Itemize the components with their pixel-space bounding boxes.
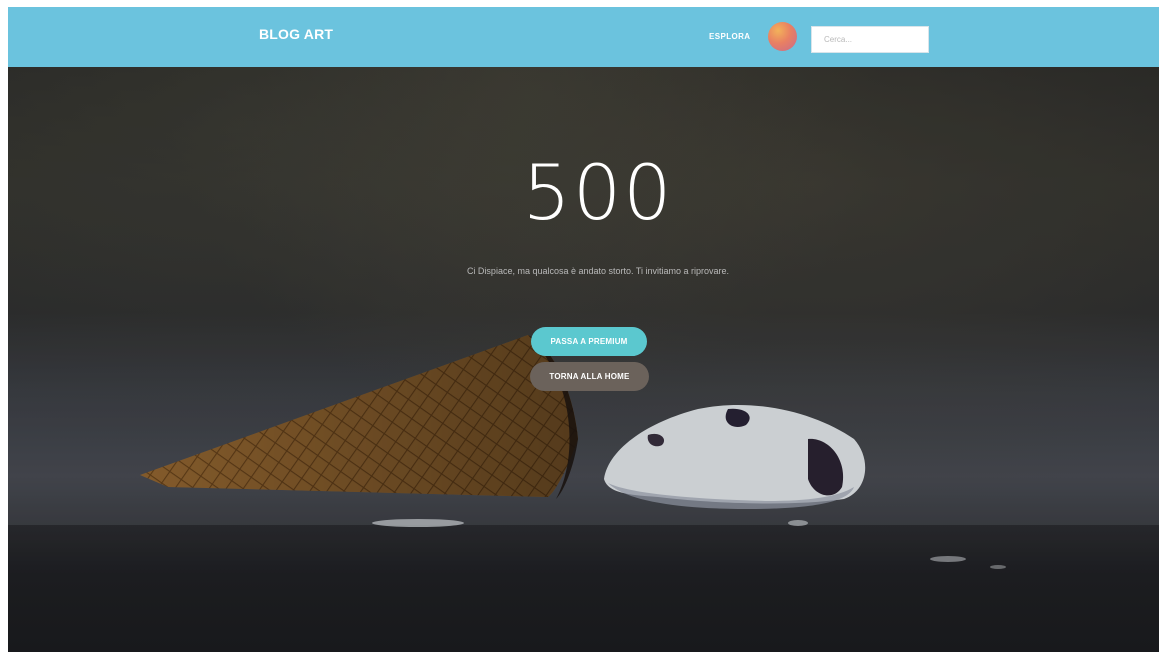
upgrade-premium-button[interactable]: PASSA A PREMIUM (531, 327, 647, 356)
back-home-button[interactable]: TORNA ALLA HOME (530, 362, 649, 391)
brand-logo[interactable]: BLOG ART (259, 26, 333, 42)
top-navbar: BLOG ART ESPLORA (8, 7, 1159, 67)
error-code: 500 (522, 148, 674, 237)
avatar-icon[interactable] (768, 22, 797, 51)
error-message: Ci Dispiace, ma qualcosa è andato storto… (466, 266, 730, 276)
nav-explore-link[interactable]: ESPLORA (709, 32, 750, 41)
search-input[interactable] (811, 26, 929, 53)
page-frame: BLOG ART ESPLORA Cerca... 500 Ci Dispiac… (8, 7, 1159, 652)
